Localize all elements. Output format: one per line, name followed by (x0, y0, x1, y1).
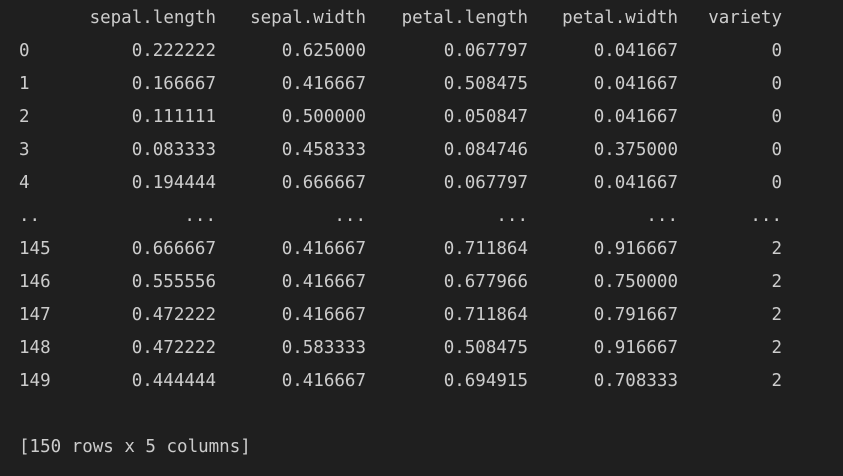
row-index: 147 (19, 305, 51, 325)
table-cell: 0.666667 (131, 239, 216, 259)
table-cell: 0.694915 (443, 371, 528, 391)
table-cell: 0.166667 (131, 74, 216, 94)
dataframe-output: sepal.length sepal.width petal.length petal… (0, 0, 843, 476)
column-header: variety (708, 8, 782, 28)
row-index: 1 (19, 74, 30, 94)
table-cell: 0.067797 (443, 173, 528, 193)
table-cell: ... (334, 206, 366, 226)
table-cell: 2 (771, 371, 782, 391)
table-cell: 0.625000 (281, 41, 366, 61)
table-cell: 0.444444 (131, 371, 216, 391)
table-cell: 0.500000 (281, 107, 366, 127)
table-cell: 0.416667 (281, 371, 366, 391)
table-cell: ... (184, 206, 216, 226)
table-cell: 0 (771, 74, 782, 94)
table-cell: 0.416667 (281, 239, 366, 259)
column-header: sepal.width (250, 8, 366, 28)
row-index: 2 (19, 107, 30, 127)
table-cell: 2 (771, 272, 782, 292)
table-cell: 0.416667 (281, 305, 366, 325)
table-cell: 0 (771, 173, 782, 193)
row-index: 146 (19, 272, 51, 292)
table-cell: 0.222222 (131, 41, 216, 61)
row-index: 149 (19, 371, 51, 391)
table-cell: 0.050847 (443, 107, 528, 127)
table-cell: ... (750, 206, 782, 226)
table-cell: 0.111111 (131, 107, 216, 127)
table-cell: 0.508475 (443, 74, 528, 94)
column-header: sepal.length (89, 8, 216, 28)
table-cell: 0.472222 (131, 338, 216, 358)
table-cell: 0.508475 (443, 338, 528, 358)
table-cell: 0.711864 (443, 239, 528, 259)
row-index: .. (19, 206, 41, 226)
table-cell: 0.677966 (443, 272, 528, 292)
column-header: petal.length (401, 8, 528, 28)
row-index: 0 (19, 41, 30, 61)
table-cell: 0 (771, 41, 782, 61)
table-cell: 0.583333 (281, 338, 366, 358)
table-cell: 0.458333 (281, 140, 366, 160)
table-cell: 0 (771, 107, 782, 127)
table-cell: 0.555556 (131, 272, 216, 292)
table-cell: 2 (771, 239, 782, 259)
table-cell: 0.067797 (443, 41, 528, 61)
table-cell: 0.194444 (131, 173, 216, 193)
table-cell: 0.084746 (443, 140, 528, 160)
row-index: 148 (19, 338, 51, 358)
row-index: 145 (19, 239, 51, 259)
table-cell: 2 (771, 305, 782, 325)
table-cell: 0 (771, 140, 782, 160)
table-cell: ... (496, 206, 528, 226)
table-cell: 0.666667 (281, 173, 366, 193)
table-cell: 0.472222 (131, 305, 216, 325)
table-cell: 0.416667 (281, 74, 366, 94)
row-index: 4 (19, 173, 30, 193)
dataframe-summary: [150 rows x 5 columns] (19, 437, 251, 457)
table-cell: 0.711864 (443, 305, 528, 325)
row-index: 3 (19, 140, 30, 160)
table-cell: 0.416667 (281, 272, 366, 292)
table-cell: 0.083333 (131, 140, 216, 160)
table-cell: 2 (771, 338, 782, 358)
